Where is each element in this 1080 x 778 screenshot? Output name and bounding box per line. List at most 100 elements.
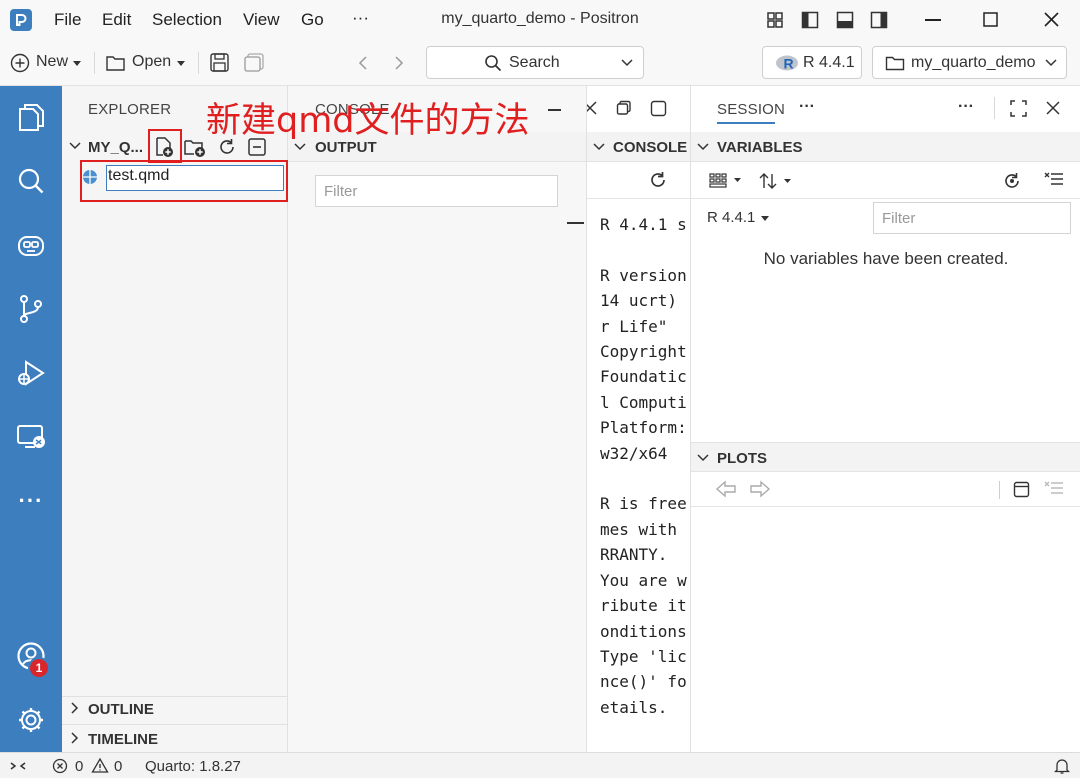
error-icon[interactable] <box>52 758 68 774</box>
r-version-dropdown-icon[interactable] <box>761 216 769 221</box>
grouping-icon[interactable] <box>709 172 743 188</box>
folder-open-icon[interactable] <box>105 53 127 73</box>
divider <box>62 724 287 725</box>
positron-logo-icon <box>10 9 32 31</box>
search-icon[interactable] <box>12 162 50 200</box>
previous-plot-icon[interactable] <box>715 480 737 498</box>
copy-icon[interactable] <box>616 100 632 116</box>
chevron-right-icon[interactable] <box>70 701 80 715</box>
open-dropdown-icon[interactable] <box>177 61 185 66</box>
output-filter-input[interactable]: Filter <box>315 175 558 207</box>
chevron-down-icon[interactable] <box>68 141 82 151</box>
explorer-files-icon[interactable] <box>12 98 50 136</box>
timeline-section[interactable]: TIMELINE <box>88 731 158 748</box>
session-tab[interactable]: SESSION <box>717 101 785 118</box>
divider <box>994 97 995 119</box>
panel-layout-icon[interactable] <box>650 100 667 117</box>
minimize-icon[interactable] <box>925 19 941 21</box>
variables-section-label[interactable]: VARIABLES <box>717 139 803 156</box>
minimize-panel-icon[interactable] <box>548 109 561 111</box>
chevron-right-icon[interactable] <box>70 731 80 745</box>
new-file-input-highlight <box>80 160 288 202</box>
clear-plots-icon[interactable] <box>1044 480 1064 498</box>
open-button[interactable]: Open <box>132 53 171 71</box>
views-more-icon[interactable]: ··· <box>958 98 974 116</box>
chevron-down-icon[interactable] <box>293 142 307 152</box>
menu-selection[interactable]: Selection <box>152 10 222 30</box>
maximize-icon[interactable] <box>983 12 998 27</box>
refresh-variables-icon[interactable] <box>1002 171 1022 191</box>
remote-explorer-icon[interactable] <box>12 418 50 456</box>
console-line: 14 ucrt) <box>600 291 678 311</box>
source-control-icon[interactable] <box>12 290 50 328</box>
search-label: Search <box>509 54 560 71</box>
assistant-robot-icon[interactable] <box>12 226 50 264</box>
warning-icon[interactable] <box>91 757 109 774</box>
project-button[interactable]: my_quarto_demo <box>872 46 1067 79</box>
session-more-icon[interactable]: ··· <box>799 98 815 116</box>
toolbar-divider <box>94 52 95 74</box>
more-views-icon[interactable]: ··· <box>12 482 50 520</box>
quarto-version[interactable]: Quarto: 1.8.27 <box>145 758 241 775</box>
search-box[interactable]: Search <box>426 46 644 79</box>
console-section-header: CONSOLE <box>587 132 690 162</box>
menu-go[interactable]: Go <box>301 10 324 30</box>
menu-file[interactable]: File <box>54 10 81 30</box>
workspace-folder-label[interactable]: MY_Q... <box>88 139 143 156</box>
forward-arrow-icon[interactable] <box>393 55 405 71</box>
close-panel-icon[interactable] <box>1046 101 1060 115</box>
restart-icon[interactable] <box>648 170 668 190</box>
plot-window-icon[interactable] <box>1013 481 1030 498</box>
menu-more[interactable]: ··· <box>352 8 369 28</box>
menu-edit[interactable]: Edit <box>102 10 131 30</box>
console-line: You are w <box>600 570 687 590</box>
variables-filter-input[interactable]: Filter <box>873 202 1071 234</box>
new-plus-icon[interactable] <box>10 53 30 73</box>
warning-count[interactable]: 0 <box>114 758 122 775</box>
session-r-version[interactable]: R 4.4.1 <box>707 209 755 226</box>
close-panel-icon[interactable] <box>587 101 597 115</box>
plots-section-label[interactable]: PLOTS <box>717 450 767 467</box>
console-section-label[interactable]: CONSOLE <box>613 139 687 156</box>
sort-icon[interactable] <box>759 172 795 190</box>
new-dropdown-icon[interactable] <box>73 61 81 66</box>
outline-section[interactable]: OUTLINE <box>88 701 154 718</box>
divider <box>999 481 1000 499</box>
chevron-down-icon[interactable] <box>696 142 710 152</box>
toggle-primary-sidebar-icon[interactable] <box>801 11 819 29</box>
chevron-down-icon[interactable] <box>696 453 710 463</box>
customize-layout-icon[interactable] <box>766 11 784 29</box>
run-debug-icon[interactable] <box>12 354 50 392</box>
filter-placeholder: Filter <box>324 182 358 200</box>
error-count[interactable]: 0 <box>75 758 83 775</box>
back-arrow-icon[interactable] <box>357 55 369 71</box>
chevron-down-icon[interactable] <box>592 142 606 152</box>
console-line: Type 'lic <box>600 646 687 666</box>
status-bar: 0 0 Quarto: 1.8.27 <box>0 752 1080 778</box>
save-icon[interactable] <box>209 52 230 73</box>
remote-indicator-icon[interactable] <box>9 758 27 774</box>
toggle-panel-icon[interactable] <box>836 11 854 29</box>
close-window-icon[interactable] <box>1043 11 1060 28</box>
new-folder-icon[interactable] <box>183 137 207 158</box>
search-icon <box>484 54 502 72</box>
notifications-bell-icon[interactable] <box>1054 757 1070 775</box>
clear-variables-icon[interactable] <box>1044 171 1064 189</box>
toolbar: New Open Search R R 4.4.1 my_quarto_demo <box>0 40 1080 86</box>
console-line: R version <box>600 265 687 285</box>
filter-placeholder: Filter <box>882 209 916 227</box>
maximize-panel-icon[interactable] <box>1010 100 1027 117</box>
r-version-label: R 4.4.1 <box>803 54 855 71</box>
menu-view[interactable]: View <box>243 10 280 30</box>
console-line: RRANTY. <box>600 545 668 565</box>
console-line: mes with <box>600 519 678 539</box>
next-plot-icon[interactable] <box>749 480 771 498</box>
new-button[interactable]: New <box>36 53 68 71</box>
toggle-secondary-sidebar-icon[interactable] <box>870 11 888 29</box>
title-bar: File Edit Selection View Go ··· my_quart… <box>0 0 1080 40</box>
save-all-icon[interactable] <box>243 52 265 73</box>
r-interpreter-button[interactable]: R R 4.4.1 <box>762 46 862 79</box>
badge-count: 1 <box>35 661 43 675</box>
settings-gear-icon[interactable] <box>12 701 50 739</box>
